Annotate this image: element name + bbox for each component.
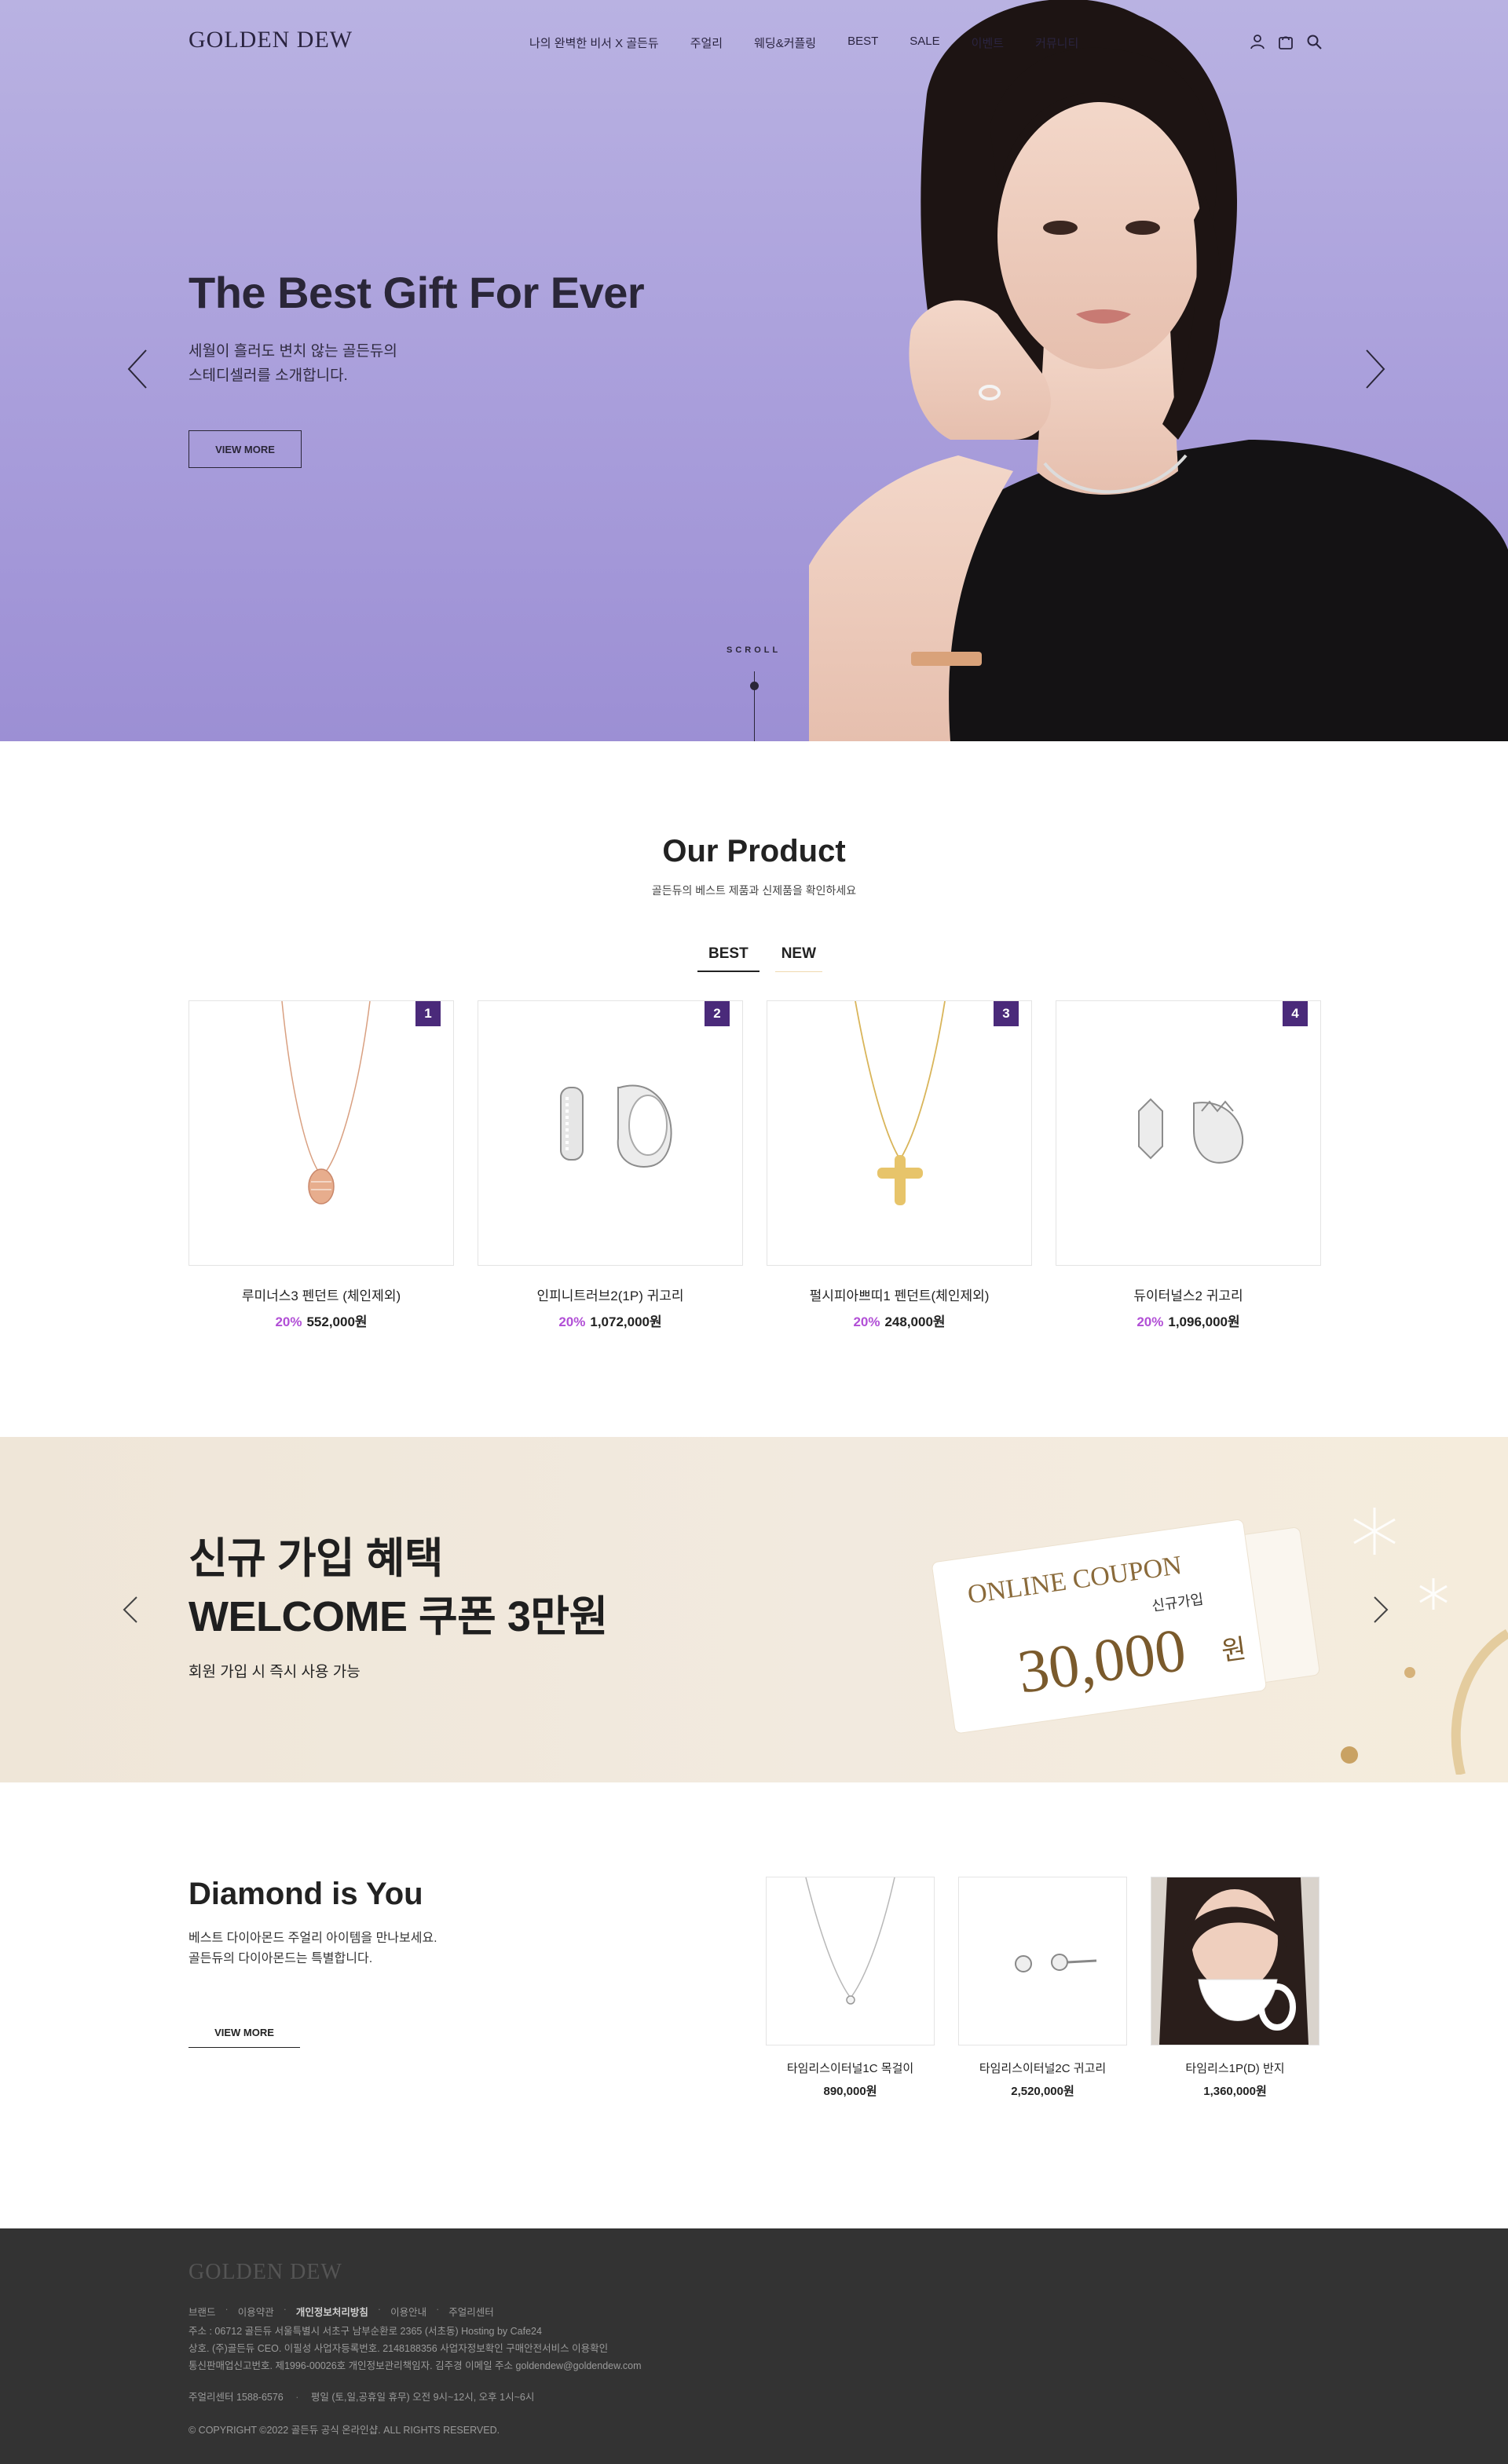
product-discount: 20% — [1136, 1314, 1164, 1329]
diamond-product-name[interactable]: 타임리스1P(D) 반지 — [1151, 2060, 1320, 2076]
main-nav: 나의 완벽한 비서 X 골든듀 주얼리 웨딩&커플링 BEST SALE 이벤트… — [529, 35, 1110, 51]
footer-address: 주소 : 06712 골든듀 서울특별시 서초구 남부순환로 2365 (서초동… — [188, 2326, 542, 2337]
product-name[interactable]: 펄시피아쁘띠1 펜던트(체인제외) — [767, 1285, 1032, 1304]
diamond-product-price: 2,520,000원 — [1011, 2085, 1074, 2098]
hero-section: GOLDEN DEW 나의 완벽한 비서 X 골든듀 주얼리 웨딩&커플링 BE… — [0, 0, 1508, 741]
banner-title: 신규 가입 혜택 WELCOME 쿠폰 3만원 — [188, 1535, 608, 1640]
snowflake-decoration — [1341, 1508, 1508, 1775]
header-icons — [1249, 33, 1323, 50]
footer-link-brand[interactable]: 브랜드 — [188, 2304, 216, 2319]
logo[interactable]: GOLDEN DEW — [188, 27, 353, 53]
banner-prev-arrow[interactable] — [115, 1586, 146, 1633]
product-image-stud-earrings[interactable] — [958, 1877, 1127, 2045]
hero-next-arrow[interactable] — [1359, 345, 1390, 393]
product-rank-badge: 4 — [1283, 1001, 1308, 1026]
product-image-gold-cross-pendant[interactable]: 3 — [767, 1000, 1032, 1266]
footer-link-terms[interactable]: 이용약관 — [238, 2304, 274, 2319]
product-image-silver-hoop-earrings[interactable]: 2 — [478, 1000, 743, 1266]
diamond-product-price: 1,360,000원 — [1203, 2085, 1267, 2098]
tab-new[interactable]: NEW — [774, 945, 823, 972]
footer-copyright: © COPYRIGHT ©2022 골든듀 공식 온라인샵. ALL RIGHT… — [188, 2425, 500, 2436]
hero-title: The Best Gift For Ever — [188, 268, 645, 317]
product-discount: 20% — [275, 1314, 302, 1329]
nav-item-event[interactable]: 이벤트 — [972, 35, 1004, 51]
product-name[interactable]: 인피니트러브2(1P) 귀고리 — [478, 1285, 743, 1304]
product-rank-badge: 2 — [705, 1001, 730, 1026]
product-price: 20% 552,000원 — [188, 1311, 454, 1330]
diamond-product-list: 타임리스이터널1C 목걸이 890,000원 타임리스이터널2C 귀고리 2,5… — [766, 1877, 1320, 2099]
coupon-unit: 원 — [1220, 1634, 1248, 1667]
footer-link-jewelry-center[interactable]: 주얼리센터 — [448, 2304, 494, 2319]
hero-model-image — [809, 0, 1508, 741]
diamond-product-card[interactable]: 타임리스이터널2C 귀고리 2,520,000원 — [958, 1877, 1127, 2099]
product-price-value: 1,096,000원 — [1168, 1314, 1240, 1329]
diamond-product-card[interactable]: 타임리스1P(D) 반지 1,360,000원 — [1151, 1877, 1320, 2099]
product-price-value: 248,000원 — [884, 1314, 946, 1329]
footer-registration: 통신판매업신고번호. 제1996-00026호 개인정보관리책임자. 김주경 이… — [188, 2360, 642, 2371]
diamond-product-price: 890,000원 — [823, 2085, 877, 2098]
diamond-view-more-button[interactable]: VIEW MORE — [188, 2018, 300, 2048]
diamond-subtitle: 베스트 다이아몬드 주얼리 아이템을 만나보세요. 골든듀의 다이아몬드는 특별… — [188, 1932, 437, 1965]
user-icon[interactable] — [1249, 33, 1266, 50]
scroll-indicator-dot — [750, 682, 759, 690]
scroll-label: SCROLL — [727, 645, 781, 655]
product-image-silver-crown-earrings[interactable]: 4 — [1056, 1000, 1321, 1266]
diamond-section: Diamond is You 베스트 다이아몬드 주얼리 아이템을 만나보세요.… — [0, 1782, 1508, 2246]
footer-link-guide[interactable]: 이용안내 — [390, 2304, 426, 2319]
product-card[interactable]: 2 인피니트러브2(1P) 귀고리 20% 1,072,000원 — [478, 1000, 743, 1330]
product-image-model-ring[interactable] — [1151, 1877, 1320, 2045]
product-card[interactable]: 1 루미너스3 펜던트 (체인제외) 20% 552,000원 — [188, 1000, 454, 1330]
product-price: 20% 1,096,000원 — [1056, 1311, 1321, 1330]
hero-prev-arrow[interactable] — [123, 345, 154, 393]
product-name[interactable]: 루미너스3 펜던트 (체인제외) — [188, 1285, 454, 1304]
welcome-banner[interactable]: 신규 가입 혜택 WELCOME 쿠폰 3만원 회원 가입 시 즉시 사용 가능… — [0, 1437, 1508, 1782]
nav-item-jewelry[interactable]: 주얼리 — [690, 35, 723, 51]
diamond-title: Diamond is You — [188, 1877, 423, 1911]
footer-company-info: 상호. (주)골든듀 CEO. 이필성 사업자등록번호. 2148188356 … — [188, 2343, 609, 2354]
product-card[interactable]: 4 듀이터널스2 귀고리 20% 1,096,000원 — [1056, 1000, 1321, 1330]
diamond-product-name[interactable]: 타임리스이터널2C 귀고리 — [958, 2060, 1127, 2076]
footer-cs: 주얼리센터 1588-6576 · 평일 (토,일,공휴일 휴무) 오전 9시~… — [188, 2392, 535, 2403]
nav-item-wedding[interactable]: 웨딩&커플링 — [754, 35, 816, 51]
product-price: 20% 1,072,000원 — [478, 1311, 743, 1330]
hero-subtitle: 세월이 흘러도 변치 않는 골든듀의 스테디셀러를 소개합니다. — [188, 343, 397, 384]
product-rank-badge: 3 — [994, 1001, 1019, 1026]
product-rank-badge: 1 — [415, 1001, 441, 1026]
product-list: 1 루미너스3 펜던트 (체인제외) 20% 552,000원 2 인피니트러브2… — [188, 1000, 1321, 1330]
product-section: Our Product 골든듀의 베스트 제품과 신제품을 확인하세요 BEST… — [0, 741, 1508, 1437]
tab-best[interactable]: BEST — [697, 945, 759, 972]
coupon-image: ONLINE COUPON 신규가입 30,000 원 — [932, 1519, 1320, 1734]
banner-subtitle: 회원 가입 시 즉시 사용 가능 — [188, 1664, 361, 1680]
product-discount: 20% — [853, 1314, 880, 1329]
nav-item-sale[interactable]: SALE — [910, 35, 939, 51]
product-section-subtitle: 골든듀의 베스트 제품과 신제품을 확인하세요 — [651, 884, 857, 897]
site-header: GOLDEN DEW 나의 완벽한 비서 X 골든듀 주얼리 웨딩&커플링 BE… — [0, 0, 1508, 86]
product-price-value: 1,072,000원 — [590, 1314, 662, 1329]
hero-view-more-button[interactable]: VIEW MORE — [188, 430, 302, 468]
search-icon[interactable] — [1305, 33, 1323, 50]
product-price-value: 552,000원 — [306, 1314, 368, 1329]
footer-link-privacy[interactable]: 개인정보처리방침 — [296, 2304, 368, 2319]
nav-item-community[interactable]: 커뮤니티 — [1035, 35, 1078, 51]
product-section-title: Our Product — [662, 834, 846, 868]
footer-cs-phone: 주얼리센터 1588-6576 — [188, 2392, 284, 2403]
product-image-silver-necklace[interactable] — [766, 1877, 935, 2045]
product-name[interactable]: 듀이터널스2 귀고리 — [1056, 1285, 1321, 1304]
nav-item-collab[interactable]: 나의 완벽한 비서 X 골든듀 — [529, 35, 659, 51]
diamond-product-card[interactable]: 타임리스이터널1C 목걸이 890,000원 — [766, 1877, 935, 2099]
diamond-product-name[interactable]: 타임리스이터널1C 목걸이 — [766, 2060, 935, 2076]
site-footer: GOLDEN DEW 브랜드 · 이용약관 · 개인정보처리방침 · 이용안내 · 주얼… — [0, 2228, 1508, 2464]
product-image-rose-gold-pendant[interactable]: 1 — [188, 1000, 454, 1266]
product-card[interactable]: 3 펄시피아쁘띠1 펜던트(체인제외) 20% 248,000원 — [767, 1000, 1032, 1330]
cart-icon[interactable] — [1277, 33, 1294, 50]
product-tabs: BEST NEW — [690, 945, 830, 972]
footer-cs-hours: 평일 (토,일,공휴일 휴무) 오전 9시~12시, 오후 1시~6시 — [310, 2392, 535, 2403]
product-discount: 20% — [558, 1314, 586, 1329]
nav-item-best[interactable]: BEST — [847, 35, 878, 51]
product-price: 20% 248,000원 — [767, 1311, 1032, 1330]
footer-links: 브랜드 · 이용약관 · 개인정보처리방침 · 이용안내 · 주얼리센터 — [188, 2304, 494, 2319]
footer-logo: GOLDEN DEW — [188, 2260, 342, 2284]
